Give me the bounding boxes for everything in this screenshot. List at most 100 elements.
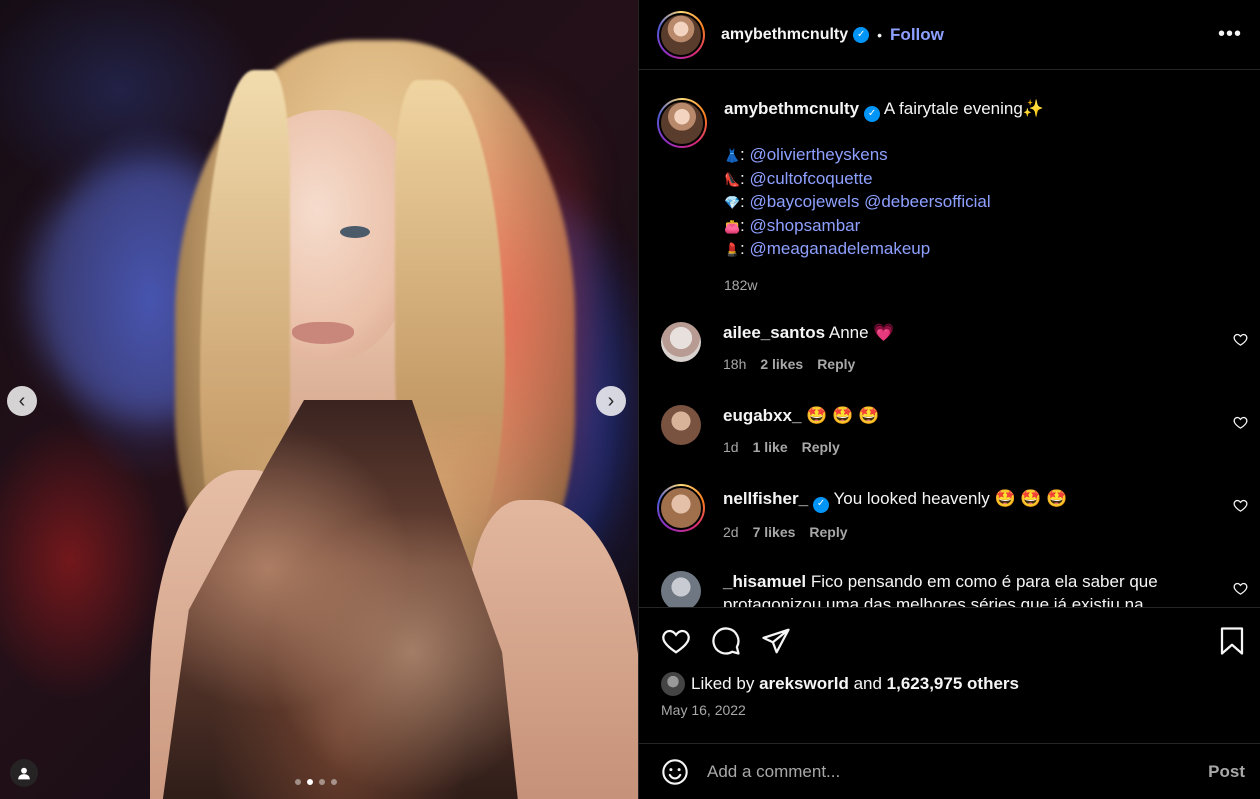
like-button[interactable] (661, 626, 691, 656)
mention-link[interactable]: @debeersofficial (864, 192, 991, 211)
author-avatar[interactable] (657, 10, 705, 59)
credit-emoji: 👗 (724, 148, 741, 164)
reply-button[interactable]: Reply (809, 521, 847, 544)
smiley-icon (662, 758, 688, 785)
bookmark-icon (1220, 627, 1244, 655)
carousel-prev-button[interactable]: ‹ (7, 386, 37, 416)
photo-lips (292, 322, 354, 344)
carousel-dot (307, 779, 313, 785)
likes-prefix: Liked by (691, 674, 755, 693)
comment-text: You looked heavenly 🤩 🤩 🤩 (833, 489, 1068, 509)
likes-count[interactable]: 1,623,975 others (887, 674, 1019, 694)
credit-line: 👛: @shopsambar (724, 215, 1044, 239)
caption-credits: 👗: @oliviertheyskens 👠: @cultofcoquette 💎:… (724, 144, 1044, 262)
comment-like-button[interactable] (1233, 332, 1248, 347)
heart-icon (1233, 334, 1248, 347)
liker-username[interactable]: areksworld (759, 674, 849, 694)
post-actions: Liked by areksworld and 1,623,975 others… (639, 607, 1260, 729)
comment-text: 🤩 🤩 🤩 (806, 406, 880, 426)
heart-icon (1233, 417, 1248, 430)
commenter-username[interactable]: ailee_santos (723, 323, 825, 342)
comment-like-button[interactable] (1233, 498, 1248, 513)
comment-like-button[interactable] (1233, 415, 1248, 430)
mention-link[interactable]: @baycojewels (749, 192, 859, 211)
emoji-picker-button[interactable] (661, 758, 689, 786)
mention-link[interactable]: @cultofcoquette (749, 169, 872, 188)
caption-author-avatar[interactable] (657, 98, 707, 148)
commenter-username[interactable]: nellfisher_ (723, 489, 808, 508)
photo-eye (340, 226, 370, 238)
post-date: May 16, 2022 (661, 702, 746, 718)
likes-summary[interactable]: Liked by areksworld and 1,623,975 others (661, 672, 1245, 696)
comment-list: ailee_santos Anne 💗 18h 2 likes Reply eugabx… (639, 322, 1260, 607)
caption-text: A fairytale evening✨ (883, 99, 1044, 118)
comments-scroll-area[interactable]: amybethmcnulty ✓ A fairytale evening✨ 👗: … (639, 70, 1260, 607)
reply-button[interactable]: Reply (802, 436, 840, 459)
user-icon (18, 767, 30, 780)
follow-button[interactable]: Follow (890, 25, 944, 45)
save-button[interactable] (1219, 626, 1245, 656)
carousel-dot (331, 779, 337, 785)
credit-line: 💎: @baycojewels @debeersofficial (724, 191, 1044, 215)
credit-line: 👠: @cultofcoquette (724, 168, 1044, 192)
commenter-avatar[interactable] (661, 322, 701, 363)
commenter-avatar[interactable] (657, 484, 705, 533)
comment-time: 1d (723, 438, 739, 455)
comment-time: 2d (723, 523, 739, 540)
credit-emoji: 👠 (724, 171, 741, 187)
comment-row: ailee_santos Anne 💗 18h 2 likes Reply (639, 322, 1260, 405)
chevron-left-icon: ‹ (18, 390, 26, 412)
post-media[interactable]: ‹ › (0, 0, 638, 799)
comment-row: _hisamuel Fico pensando em como é para e… (639, 571, 1260, 607)
verified-badge-icon: ✓ (853, 26, 870, 43)
carousel-dots (295, 779, 337, 785)
credit-line: 👗: @oliviertheyskens (724, 144, 1044, 168)
carousel-dot (295, 779, 301, 785)
comment-likes[interactable]: 7 likes (753, 521, 796, 544)
carousel-next-button[interactable]: › (596, 386, 626, 416)
comment-icon (712, 627, 740, 655)
comment-text: Anne 💗 (828, 323, 895, 343)
mention-link[interactable]: @oliviertheyskens (749, 145, 887, 164)
post-side-panel: amybethmcnulty ✓ • Follow ••• amybethmcn… (638, 0, 1260, 799)
liker-avatar[interactable] (661, 672, 685, 696)
heart-icon (662, 629, 690, 654)
verified-badge-icon: ✓ (813, 496, 830, 513)
reply-button[interactable]: Reply (817, 353, 855, 376)
comment-button[interactable] (711, 626, 741, 656)
chevron-right-icon: › (607, 390, 615, 412)
comment-time: 18h (723, 355, 747, 372)
add-comment-bar: Post (639, 743, 1260, 799)
heart-icon (1233, 583, 1248, 596)
comment-like-button[interactable] (1233, 581, 1248, 596)
commenter-avatar[interactable] (661, 571, 701, 607)
paper-plane-icon (762, 628, 790, 654)
post-header: amybethmcnulty ✓ • Follow ••• (639, 0, 1260, 70)
comment-input[interactable] (707, 761, 1209, 782)
credit-line: 💄: @meaganadelemakeup (724, 238, 1044, 262)
mention-link[interactable]: @meaganadelemakeup (749, 239, 930, 258)
comment-likes[interactable]: 1 like (753, 436, 788, 459)
verified-badge-icon: ✓ (864, 106, 881, 123)
comment-row: nellfisher_ ✓ You looked heavenly 🤩 🤩 🤩 2d… (639, 484, 1260, 571)
caption-time: 182w (724, 276, 758, 293)
likes-and: and (853, 674, 882, 693)
commenter-avatar[interactable] (661, 405, 701, 446)
caption-username[interactable]: amybethmcnulty (724, 99, 859, 118)
post-comment-button[interactable]: Post (1208, 762, 1245, 782)
comment-likes[interactable]: 2 likes (760, 353, 803, 376)
tagged-users-button[interactable] (10, 759, 38, 787)
carousel-dot (319, 779, 325, 785)
credit-emoji: 💎 (724, 195, 741, 211)
share-button[interactable] (761, 626, 791, 656)
mention-link[interactable]: @shopsambar (749, 216, 860, 235)
author-username[interactable]: amybethmcnulty (721, 26, 848, 44)
commenter-username[interactable]: eugabxx_ (723, 406, 801, 425)
separator-dot: • (877, 26, 883, 43)
credit-emoji: 💄 (724, 242, 741, 258)
post-caption: amybethmcnulty ✓ A fairytale evening✨ 👗: … (639, 70, 1260, 296)
more-options-icon[interactable]: ••• (1218, 23, 1242, 46)
commenter-username[interactable]: _hisamuel (723, 572, 806, 591)
comment-row: eugabxx_ 🤩 🤩 🤩 1d 1 like Reply (639, 405, 1260, 488)
heart-icon (1233, 500, 1248, 513)
